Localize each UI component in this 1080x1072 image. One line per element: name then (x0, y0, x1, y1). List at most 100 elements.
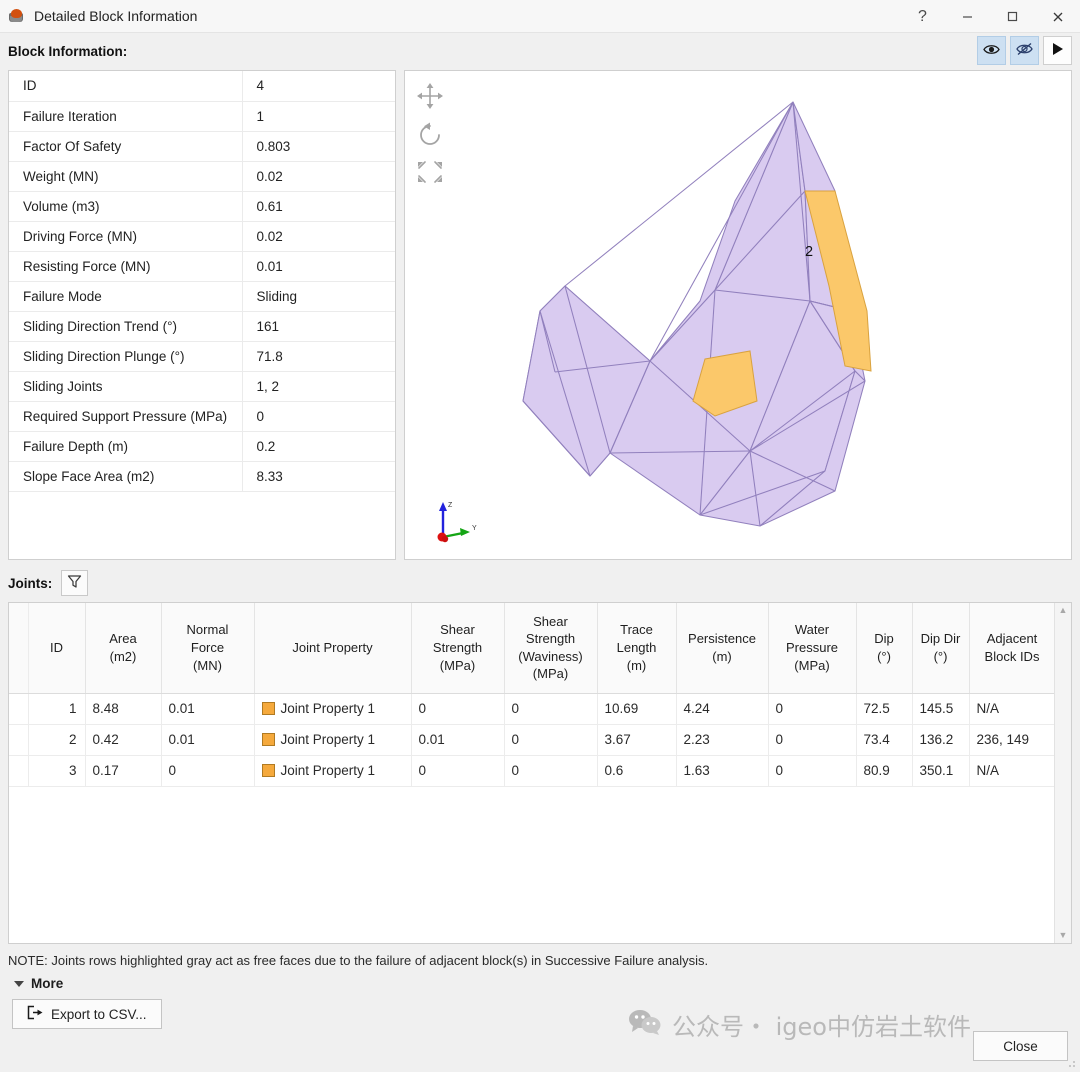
eye-slash-icon (1016, 42, 1033, 59)
row-value: 1 (242, 101, 395, 131)
col-dip-dir[interactable]: Dip Dir (°) (912, 603, 969, 693)
col-water-pressure[interactable]: Water Pressure (MPa) (768, 603, 856, 693)
row-key: Sliding Direction Plunge (°) (9, 341, 242, 371)
joint-property-color-swatch (262, 702, 275, 715)
joints-header-row: ID Area (m2) Normal Force (MN) Joint Pro… (9, 603, 1054, 693)
scroll-up-arrow-icon[interactable]: ▲ (1059, 606, 1068, 615)
help-button[interactable]: ? (900, 0, 945, 33)
cell-shear-strength-waviness: 0 (504, 755, 597, 786)
col-trace-length[interactable]: Trace Length (m) (597, 603, 676, 693)
table-row: Resisting Force (MN)0.01 (9, 251, 395, 281)
row-value: 0.803 (242, 131, 395, 161)
row-key: Weight (MN) (9, 161, 242, 191)
table-row: Sliding Joints1, 2 (9, 371, 395, 401)
hide-block-button[interactable] (1010, 36, 1039, 65)
cell-normal-force: 0 (161, 755, 254, 786)
joints-table-container: ID Area (m2) Normal Force (MN) Joint Pro… (8, 602, 1072, 944)
row-value: 4 (242, 71, 395, 101)
row-key: Failure Mode (9, 281, 242, 311)
col-adjacent-block-ids[interactable]: Adjacent Block IDs (969, 603, 1054, 693)
svg-text:Z: Z (448, 502, 453, 509)
cell-dip-dir: 136.2 (912, 724, 969, 755)
joint-property-color-swatch (262, 733, 275, 746)
export-icon (27, 1005, 43, 1023)
joints-rows: 1 8.48 0.01 Joint Property 1 0 0 10.69 4… (9, 693, 1054, 786)
minimize-button[interactable] (945, 0, 990, 33)
row-selector[interactable] (9, 755, 28, 786)
col-id[interactable]: ID (28, 603, 85, 693)
row-value: 0.2 (242, 431, 395, 461)
cell-trace-length: 0.6 (597, 755, 676, 786)
cell-id: 3 (28, 755, 85, 786)
row-value: Sliding (242, 281, 395, 311)
cell-adjacent-block-ids: N/A (969, 755, 1054, 786)
table-row: Failure Depth (m)0.2 (9, 431, 395, 461)
axis-triad-gizmo: Z Y (427, 495, 487, 547)
close-dialog-button[interactable]: Close (973, 1031, 1068, 1061)
col-persistence[interactable]: Persistence (m) (676, 603, 768, 693)
cell-shear-strength: 0 (411, 693, 504, 724)
table-row: Factor Of Safety0.803 (9, 131, 395, 161)
joint-property-name: Joint Property 1 (281, 732, 376, 747)
table-row: Driving Force (MN)0.02 (9, 221, 395, 251)
joints-vertical-scrollbar[interactable]: ▲ ▼ (1054, 603, 1071, 943)
cell-normal-force: 0.01 (161, 693, 254, 724)
cell-dip: 72.5 (856, 693, 912, 724)
cell-shear-strength-waviness: 0 (504, 693, 597, 724)
app-icon (8, 8, 25, 25)
cell-id: 1 (28, 693, 85, 724)
row-selector[interactable] (9, 724, 28, 755)
animate-button[interactable] (1043, 36, 1072, 65)
cell-dip-dir: 145.5 (912, 693, 969, 724)
cell-area: 8.48 (85, 693, 161, 724)
table-row[interactable]: 2 0.42 0.01 Joint Property 1 0.01 0 3.67… (9, 724, 1054, 755)
joint-property-color-swatch (262, 764, 275, 777)
table-row[interactable]: 1 8.48 0.01 Joint Property 1 0 0 10.69 4… (9, 693, 1054, 724)
export-to-csv-button[interactable]: Export to CSV... (12, 999, 162, 1029)
row-key: Resisting Force (MN) (9, 251, 242, 281)
cell-id: 2 (28, 724, 85, 755)
more-toggle[interactable]: More (0, 968, 1080, 991)
show-block-button[interactable] (977, 36, 1006, 65)
cell-joint-property: Joint Property 1 (254, 693, 411, 724)
cell-shear-strength: 0.01 (411, 724, 504, 755)
block-info-rows: ID4 Failure Iteration1 Factor Of Safety0… (9, 71, 395, 491)
table-row: Failure Iteration1 (9, 101, 395, 131)
table-row: Weight (MN)0.02 (9, 161, 395, 191)
scroll-down-arrow-icon[interactable]: ▼ (1059, 931, 1068, 940)
row-selector-header (9, 603, 28, 693)
row-value: 8.33 (242, 461, 395, 491)
table-row: Sliding Direction Trend (°)161 (9, 311, 395, 341)
block-3d-viewport[interactable]: 2 2 Z Y (404, 70, 1072, 560)
col-area[interactable]: Area (m2) (85, 603, 161, 693)
joint-property-name: Joint Property 1 (281, 763, 376, 778)
export-label: Export to CSV... (51, 1007, 147, 1022)
table-row: Volume (m3)0.61 (9, 191, 395, 221)
row-selector[interactable] (9, 693, 28, 724)
row-value: 1, 2 (242, 371, 395, 401)
play-icon (1051, 42, 1064, 59)
cell-dip: 73.4 (856, 724, 912, 755)
cell-water-pressure: 0 (768, 693, 856, 724)
col-joint-property[interactable]: Joint Property (254, 603, 411, 693)
row-value: 0.01 (242, 251, 395, 281)
table-row: ID4 (9, 71, 395, 101)
cell-area: 0.42 (85, 724, 161, 755)
col-dip[interactable]: Dip (°) (856, 603, 912, 693)
joints-filter-button[interactable] (61, 570, 88, 596)
cell-joint-property: Joint Property 1 (254, 755, 411, 786)
col-shear-strength-waviness[interactable]: Shear Strength (Waviness) (MPa) (504, 603, 597, 693)
maximize-button[interactable] (990, 0, 1035, 33)
col-normal-force[interactable]: Normal Force (MN) (161, 603, 254, 693)
table-row[interactable]: 3 0.17 0 Joint Property 1 0 0 0.6 1.63 0… (9, 755, 1054, 786)
row-key: Failure Iteration (9, 101, 242, 131)
resize-grip[interactable] (1065, 1057, 1077, 1069)
chevron-down-icon (14, 981, 24, 987)
cell-persistence: 1.63 (676, 755, 768, 786)
col-shear-strength[interactable]: Shear Strength (MPa) (411, 603, 504, 693)
joints-note: NOTE: Joints rows highlighted gray act a… (0, 944, 1080, 968)
cell-shear-strength-waviness: 0 (504, 724, 597, 755)
close-button[interactable] (1035, 0, 1080, 33)
block-info-table: ID4 Failure Iteration1 Factor Of Safety0… (8, 70, 396, 560)
table-row: Failure ModeSliding (9, 281, 395, 311)
